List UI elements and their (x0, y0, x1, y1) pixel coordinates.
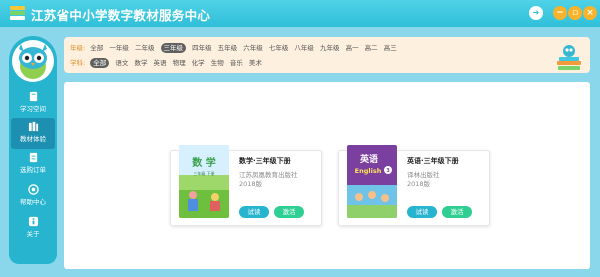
subject-option[interactable]: 生物 (211, 58, 224, 68)
english-book-cover[interactable]: 英语 English 3 (347, 145, 397, 218)
sidebar-item-label: 学习空间 (20, 105, 46, 113)
sidebar-item-label: 关于 (26, 230, 40, 238)
subject-option[interactable]: 数学 (134, 58, 147, 68)
english-cover-grade-badge: 3 (386, 168, 390, 174)
filter-panel: 年级: 全部 一年级 二年级 三年级 四年级 五年级 六年级 七年级 八年级 九… (64, 37, 590, 73)
sidebar-item-orders[interactable]: 选购订单 (11, 149, 55, 180)
minimize-button[interactable]: − (553, 6, 567, 20)
next-arrow-icon[interactable]: ➜ (529, 6, 543, 20)
sidebar: 学习空间 教材体验 选购订单 帮助中心 关于 (9, 36, 57, 264)
info-icon (28, 216, 38, 227)
book-edition: 2018版 (407, 180, 431, 188)
books-mascot-icon (557, 45, 581, 70)
try-read-button[interactable]: 试读 (407, 206, 437, 218)
sidebar-item-label: 选购订单 (20, 166, 46, 174)
textbook-card-math[interactable]: 数 学 三年级 下册 数学·三年级下册 江苏凤凰教育出版社 2018版 试读 激… (170, 145, 322, 226)
english-cover-title: 英语 (359, 153, 378, 165)
math-cover-title: 数 学 (192, 156, 215, 169)
book-title: 英语·三年级下册 (407, 157, 459, 165)
grade-option[interactable]: 六年级 (243, 43, 263, 53)
math-cover-subtitle: 三年级 下册 (193, 170, 214, 176)
books-icon (28, 121, 38, 132)
book-title: 数学·三年级下册 (239, 157, 291, 165)
subject-option[interactable]: 美术 (249, 58, 262, 68)
book-icon (29, 91, 37, 102)
subject-option[interactable]: 音乐 (230, 58, 243, 68)
app-title: 江苏省中小学数字教材服务中心 (31, 8, 211, 23)
grade-option[interactable]: 七年级 (269, 43, 289, 53)
grade-option-selected[interactable]: 三年级 (160, 43, 187, 53)
book-edition: 2018版 (239, 180, 263, 188)
sidebar-item-learning-space[interactable]: 学习空间 (11, 88, 55, 119)
subject-option-selected[interactable]: 全部 (90, 58, 110, 68)
grade-option[interactable]: 九年级 (320, 43, 340, 53)
grade-option[interactable]: 全部 (90, 43, 103, 53)
textbook-card-english[interactable]: 英语 English 3 英语·三年级下册 译林出版社 2018版 试读 激活 (338, 145, 490, 226)
maximize-button[interactable]: ▫ (568, 6, 582, 20)
owl-avatar[interactable] (12, 40, 54, 82)
grade-option[interactable]: 五年级 (218, 43, 238, 53)
sidebar-item-label: 帮助中心 (20, 198, 46, 206)
app-logo-icon (10, 6, 25, 20)
subject-option[interactable]: 英语 (154, 58, 167, 68)
activate-button[interactable]: 激活 (274, 206, 304, 218)
try-read-button[interactable]: 试读 (239, 206, 269, 218)
grade-filter-row: 年级: 全部 一年级 二年级 三年级 四年级 五年级 六年级 七年级 八年级 九… (70, 43, 401, 53)
order-icon (29, 152, 37, 163)
sidebar-item-about[interactable]: 关于 (11, 213, 55, 244)
grade-option[interactable]: 二年级 (135, 43, 155, 53)
math-book-cover[interactable]: 数 学 三年级 下册 (179, 145, 229, 218)
close-button[interactable]: × (583, 6, 597, 20)
title-bar: 江苏省中小学数字教材服务中心 ➜ − ▫ × (0, 0, 600, 27)
help-icon (27, 184, 39, 195)
textbook-list: 数 学 三年级 下册 数学·三年级下册 江苏凤凰教育出版社 2018版 试读 激… (64, 82, 590, 269)
grade-option[interactable]: 高二 (365, 43, 378, 53)
sidebar-item-label: 教材体验 (20, 135, 46, 143)
grade-label: 年级: (70, 44, 86, 52)
grade-option[interactable]: 四年级 (192, 43, 212, 53)
subject-option[interactable]: 语文 (115, 58, 128, 68)
subject-filter-row: 学科: 全部 语文 数学 英语 物理 化学 生物 音乐 美术 (70, 58, 266, 68)
owl-icon (19, 44, 47, 79)
grade-option[interactable]: 高一 (346, 43, 359, 53)
grade-option[interactable]: 高三 (384, 43, 397, 53)
grade-option[interactable]: 八年级 (294, 43, 314, 53)
grade-option[interactable]: 一年级 (109, 43, 129, 53)
english-cover-subtitle: English (355, 167, 382, 175)
subject-label: 学科: (70, 59, 86, 67)
sidebar-item-help[interactable]: 帮助中心 (11, 181, 55, 212)
sidebar-item-textbook-trial[interactable]: 教材体验 (11, 118, 55, 149)
subject-option[interactable]: 物理 (173, 58, 186, 68)
activate-button[interactable]: 激活 (442, 206, 472, 218)
subject-option[interactable]: 化学 (192, 58, 205, 68)
